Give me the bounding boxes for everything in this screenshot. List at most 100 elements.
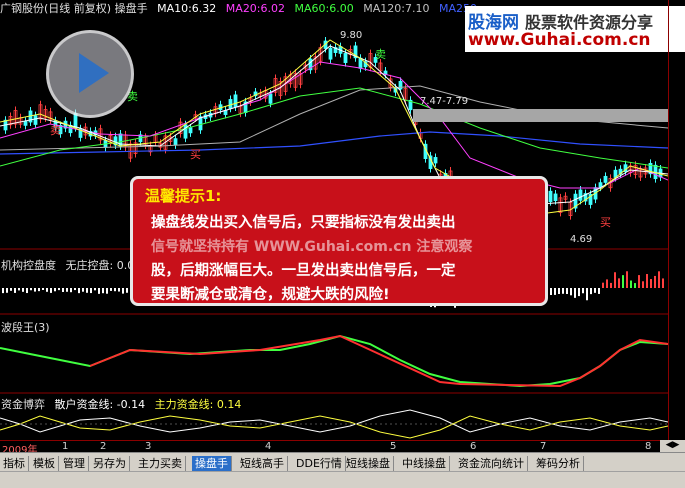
scroll-arrows-icon[interactable]: ◀▶ <box>660 440 685 452</box>
month-5: 5 <box>390 441 397 452</box>
tip-title: 温馨提示1: <box>145 187 222 205</box>
sell-signal: 卖 <box>50 124 61 137</box>
histogram-bar <box>582 288 584 294</box>
histogram-bar <box>626 271 628 288</box>
histogram-bar <box>74 288 76 291</box>
histogram-bar <box>122 288 124 294</box>
high-price-label: 9.80 <box>340 30 363 41</box>
histogram-bar <box>630 280 632 288</box>
fund-panel-label: 资金博弈 散户资金线: -0.14 主力资金线: 0.14 <box>1 398 241 412</box>
histogram-bar <box>646 274 648 288</box>
histogram-bar <box>554 288 556 295</box>
histogram-bar <box>634 283 636 288</box>
tip-popup: 温馨提示1: 操盘线发出买入信号后，只要指标没有发出卖出 信号就坚持持有 WWW… <box>130 176 548 306</box>
candle-body <box>398 80 403 90</box>
ma60-label: MA60:6.00 <box>294 2 354 15</box>
candle-body <box>228 99 233 109</box>
histogram-bar <box>18 288 20 291</box>
histogram-bar <box>662 278 664 288</box>
histogram-bar <box>618 278 620 288</box>
candle-body <box>578 189 583 201</box>
month-1: 1 <box>62 441 69 452</box>
play-icon[interactable] <box>46 30 134 118</box>
histogram-bar <box>126 288 128 293</box>
histogram-bar <box>574 288 576 298</box>
tab-short-trade[interactable]: 短线操盘 <box>343 456 394 471</box>
histogram-bar <box>26 288 28 294</box>
histogram-bar <box>50 288 52 293</box>
fund-panel-name: 资金博弈 <box>1 398 45 411</box>
tab-fund-flow[interactable]: 资金流向统计 <box>455 456 528 471</box>
histogram-bar <box>654 275 656 288</box>
tab-indicator[interactable]: 指标 <box>0 456 29 471</box>
histogram-bar <box>22 288 24 292</box>
tip-line-1: 操盘线发出买入信号后，只要指标没有发出卖出 <box>151 215 456 231</box>
band-panel-label: 波段王(3) <box>1 321 50 334</box>
candle-body <box>268 93 273 104</box>
tip-body: 操盘线发出买入信号后，只要指标没有发出卖出 信号就坚持持有 WWW.Guhai.… <box>151 211 541 307</box>
histogram-bar <box>90 288 92 294</box>
histogram-bar <box>46 288 48 292</box>
candle-body <box>598 182 603 188</box>
histogram-bar <box>566 288 568 295</box>
tab-mid-trade[interactable]: 中线操盘 <box>399 456 450 471</box>
month-8: 8 <box>645 441 652 452</box>
ma120-label: MA120:7.10 <box>363 2 430 15</box>
tab-manage[interactable]: 管理 <box>60 456 89 471</box>
histogram-bar <box>558 288 560 294</box>
month-3: 3 <box>145 441 152 452</box>
histogram-bar <box>638 275 640 288</box>
candle-body <box>548 190 553 203</box>
candle-body <box>343 53 348 64</box>
candle-body <box>603 175 608 183</box>
histogram-bar <box>86 288 88 293</box>
histogram-bar <box>590 288 592 295</box>
histogram-bar <box>102 288 104 294</box>
watermark-url: www.Guhai.com.cn <box>468 30 651 50</box>
histogram-bar <box>562 288 564 294</box>
band-wave-red <box>89 334 668 388</box>
histogram-bar <box>30 288 32 291</box>
candle-body <box>188 127 193 134</box>
histogram-bar <box>118 288 120 292</box>
candle-body <box>173 138 178 146</box>
histogram-bar <box>586 288 588 301</box>
month-6: 6 <box>470 441 477 452</box>
tab-chip-analysis[interactable]: 筹码分析 <box>533 456 584 471</box>
tab-trader[interactable]: 操盘手 <box>192 456 232 471</box>
candle-body <box>23 121 28 126</box>
tab-template[interactable]: 模板 <box>30 456 59 471</box>
month-2: 2 <box>100 441 107 452</box>
tab-save-as[interactable]: 另存为 <box>90 456 130 471</box>
histogram-bar <box>650 279 652 288</box>
right-price-axis <box>668 0 685 440</box>
histogram-bar <box>610 282 612 288</box>
histogram-bar <box>570 288 572 296</box>
histogram-bar <box>42 288 44 291</box>
histogram-bar <box>38 288 40 292</box>
histogram-bar <box>10 288 12 291</box>
histogram-bar <box>110 288 112 291</box>
tab-dde-quote[interactable]: DDE行情 <box>293 456 346 471</box>
histogram-bar <box>78 288 80 294</box>
histogram-bar <box>66 288 68 292</box>
candle-body <box>553 193 558 202</box>
control-panel-value: 无庄控盘: 0.0 <box>65 259 135 272</box>
tab-main-trade[interactable]: 主力买卖 <box>135 456 186 471</box>
histogram-bar <box>6 288 8 293</box>
low-price-label: 4.69 <box>570 234 593 245</box>
histogram-bar <box>98 288 100 294</box>
tab-short-master[interactable]: 短线高手 <box>237 456 288 471</box>
histogram-bar <box>606 279 608 288</box>
tip-line-overlay: 信号就坚持持有 WWW.Guhai.com.cn 注意观察 <box>151 239 473 255</box>
histogram-bar <box>2 288 4 294</box>
histogram-bar <box>598 288 600 294</box>
histogram-bar <box>614 272 616 288</box>
control-panel-name: 机构控盘度 <box>1 259 56 272</box>
candle-body <box>183 124 188 139</box>
ma20-label: MA20:6.02 <box>225 2 286 15</box>
horizontal-scrollbar[interactable] <box>0 471 685 488</box>
histogram-bar <box>62 288 64 292</box>
retail-fund-value: 散户资金线: -0.14 <box>54 398 146 411</box>
control-panel-label: 机构控盘度 无庄控盘: 0.0 <box>1 259 134 273</box>
